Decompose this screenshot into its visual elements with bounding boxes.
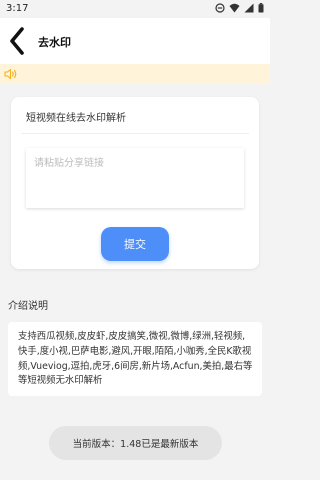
status-icons — [215, 3, 264, 13]
do-not-disturb-icon — [215, 3, 225, 13]
page-title: 去水印 — [38, 36, 71, 49]
card-title: 短视频在线去水印解析 — [26, 113, 126, 124]
speaker-icon — [4, 68, 17, 80]
parser-card: 短视频在线去水印解析 提交 — [11, 97, 259, 269]
wifi-icon — [229, 3, 240, 13]
intro-card: 支持西瓜视频,皮皮虾,皮皮搞笑,微视,微博,绿洲,轻视频,快手,度小视,巴萨电影… — [8, 322, 262, 396]
notice-bar — [0, 64, 270, 84]
version-badge: 当前版本：1.48已是最新版本 — [49, 426, 222, 460]
submit-button[interactable]: 提交 — [101, 227, 169, 261]
card-divider — [21, 133, 249, 134]
intro-text: 支持西瓜视频,皮皮虾,皮皮搞笑,微视,微博,绿洲,轻视频,快手,度小视,巴萨电影… — [18, 331, 253, 387]
app-bar: 去水印 — [0, 18, 270, 64]
intro-heading: 介绍说明 — [8, 301, 48, 312]
share-link-input[interactable] — [26, 148, 244, 208]
back-button[interactable] — [4, 24, 30, 58]
chevron-left-icon — [10, 27, 24, 55]
status-bar: 3:17 — [0, 0, 270, 18]
version-text: 当前版本：1.48已是最新版本 — [72, 439, 199, 450]
status-time: 3:17 — [6, 3, 29, 14]
signal-icon — [244, 3, 254, 13]
battery-icon — [258, 3, 264, 13]
